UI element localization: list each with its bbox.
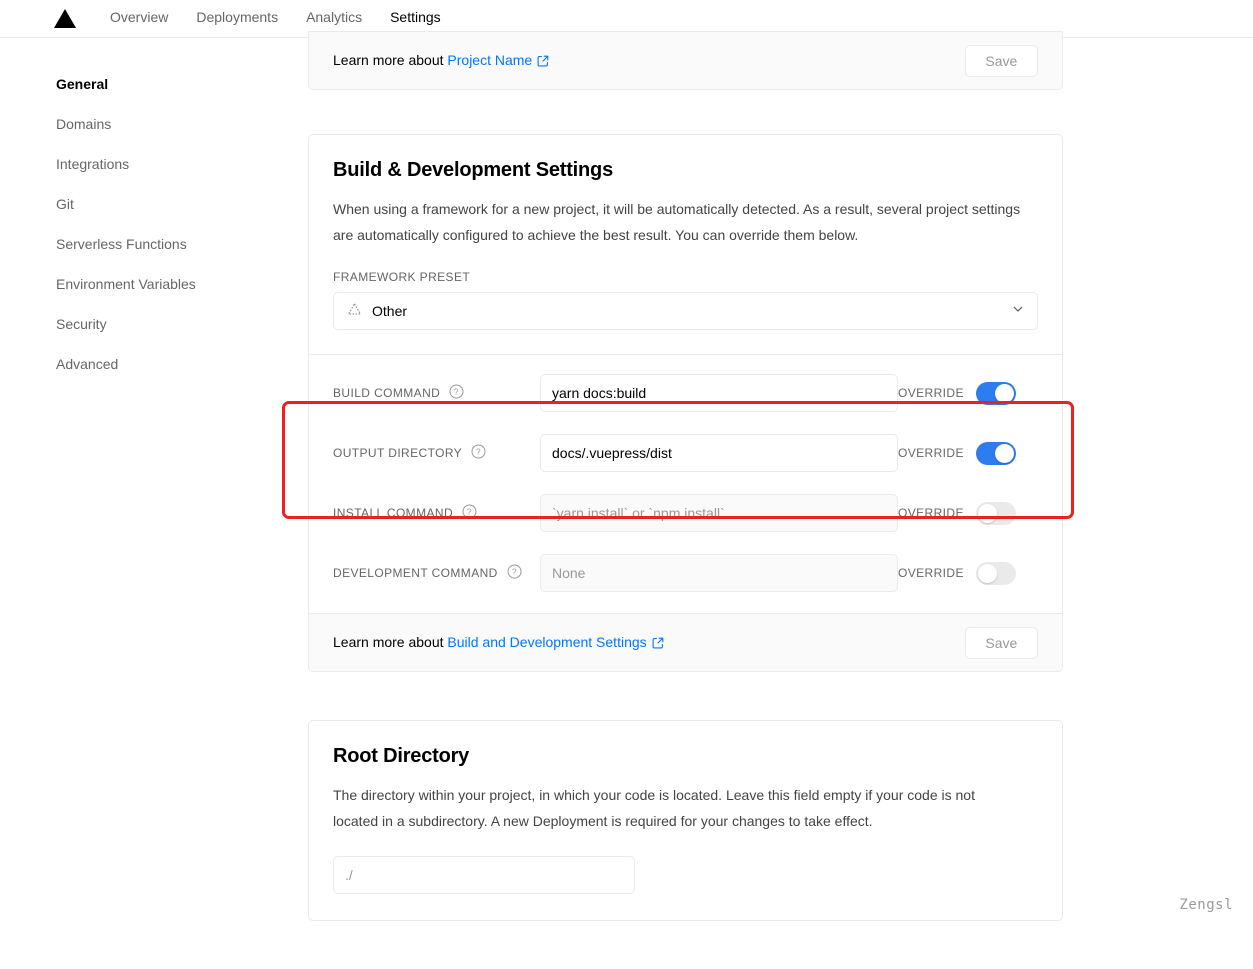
sidebar-item-advanced[interactable]: Advanced bbox=[56, 344, 255, 384]
build-command-label: Build Command bbox=[333, 386, 441, 400]
row-build-command: Build Command ? Override bbox=[333, 363, 1038, 423]
build-card-footer: Learn more about Build and Development S… bbox=[309, 613, 1062, 671]
root-card-title: Root Directory bbox=[333, 745, 470, 767]
output-directory-label: Output Directory bbox=[333, 446, 463, 460]
page-body: General Domains Integrations Git Serverl… bbox=[0, 31, 1253, 969]
row-install-command: Install Command ? Override bbox=[333, 483, 1038, 543]
install-command-override-group: Override bbox=[898, 501, 1038, 525]
nav-tab-overview[interactable]: Overview bbox=[96, 0, 182, 37]
root-directory-input[interactable] bbox=[333, 856, 635, 894]
vercel-triangle-logo-icon[interactable] bbox=[52, 0, 78, 37]
build-learn-more: Learn more about Build and Development S… bbox=[333, 634, 664, 652]
framework-preset-value: Other bbox=[372, 303, 408, 319]
build-card-title: Build & Development Settings bbox=[333, 159, 613, 181]
svg-text:?: ? bbox=[454, 387, 459, 397]
svg-text:?: ? bbox=[476, 447, 481, 457]
project-name-learn-more: Learn more about Project Name bbox=[333, 52, 549, 70]
row-output-directory: Output Directory ? Override bbox=[333, 423, 1038, 483]
svg-text:?: ? bbox=[467, 507, 472, 517]
install-command-input[interactable] bbox=[540, 494, 898, 532]
install-command-override-label: Override bbox=[898, 506, 964, 520]
install-command-label-group: Install Command ? bbox=[333, 504, 540, 522]
build-development-settings-card: Build & Development Settings When using … bbox=[308, 134, 1063, 672]
external-link-icon[interactable] bbox=[537, 54, 549, 70]
project-name-doc-link[interactable]: Project Name bbox=[447, 52, 532, 68]
watermark: Zengsl bbox=[1179, 897, 1233, 913]
install-command-label: Install Command bbox=[333, 506, 454, 520]
development-command-label-group: Development Command ? bbox=[333, 564, 540, 582]
output-directory-input[interactable] bbox=[540, 434, 898, 472]
build-command-label-group: Build Command ? bbox=[333, 384, 540, 402]
settings-sidebar: General Domains Integrations Git Serverl… bbox=[0, 54, 255, 969]
development-command-override-label: Override bbox=[898, 566, 964, 580]
output-directory-override-group: Override bbox=[898, 441, 1038, 465]
root-card-body: Root Directory The directory within your… bbox=[309, 721, 1062, 920]
development-command-label: Development Command bbox=[333, 566, 498, 580]
svg-text:?: ? bbox=[512, 567, 517, 577]
build-card-description: When using a framework for a new project… bbox=[333, 201, 1021, 243]
root-directory-card: Root Directory The directory within your… bbox=[308, 720, 1063, 921]
help-question-icon[interactable]: ? bbox=[449, 384, 464, 402]
project-name-card: Learn more about Project Name Save bbox=[308, 31, 1063, 90]
development-command-input[interactable] bbox=[540, 554, 898, 592]
development-command-override-group: Override bbox=[898, 561, 1038, 585]
help-question-icon[interactable]: ? bbox=[462, 504, 477, 522]
row-development-command: Development Command ? Override bbox=[333, 543, 1038, 603]
build-command-override-label: Override bbox=[898, 386, 964, 400]
learn-more-prefix: Learn more about bbox=[333, 633, 448, 650]
help-question-icon[interactable]: ? bbox=[471, 444, 486, 462]
framework-preset-select[interactable]: Other bbox=[333, 292, 1038, 330]
external-link-icon[interactable] bbox=[652, 636, 664, 652]
build-settings-doc-link[interactable]: Build and Development Settings bbox=[447, 634, 646, 650]
sidebar-item-environment-variables[interactable]: Environment Variables bbox=[56, 264, 255, 304]
sidebar-item-general[interactable]: General bbox=[56, 64, 255, 104]
build-card-body: Build & Development Settings When using … bbox=[309, 135, 1062, 603]
save-button-build-settings[interactable]: Save bbox=[964, 626, 1038, 659]
build-command-input[interactable] bbox=[540, 374, 898, 412]
output-directory-override-toggle[interactable] bbox=[975, 441, 1016, 465]
sidebar-item-integrations[interactable]: Integrations bbox=[56, 144, 255, 184]
output-directory-override-label: Override bbox=[898, 446, 964, 460]
sidebar-item-serverless-functions[interactable]: Serverless Functions bbox=[56, 224, 255, 264]
learn-more-prefix: Learn more about bbox=[333, 51, 448, 68]
save-button-project-name[interactable]: Save bbox=[964, 44, 1038, 77]
root-card-description: The directory within your project, in wh… bbox=[333, 787, 975, 829]
sidebar-item-git[interactable]: Git bbox=[56, 184, 255, 224]
output-directory-label-group: Output Directory ? bbox=[333, 444, 540, 462]
build-command-override-group: Override bbox=[898, 381, 1038, 405]
project-name-card-footer: Learn more about Project Name Save bbox=[309, 31, 1062, 89]
sidebar-item-domains[interactable]: Domains bbox=[56, 104, 255, 144]
chevron-down-icon[interactable] bbox=[1011, 302, 1025, 321]
settings-content: Learn more about Project Name Save Build… bbox=[255, 31, 1253, 969]
help-question-icon[interactable]: ? bbox=[507, 564, 522, 582]
development-command-override-toggle[interactable] bbox=[975, 561, 1016, 585]
build-settings-rows: Build Command ? Override Output Director… bbox=[333, 355, 1038, 603]
install-command-override-toggle[interactable] bbox=[975, 501, 1016, 525]
sidebar-item-security[interactable]: Security bbox=[56, 304, 255, 344]
build-command-override-toggle[interactable] bbox=[975, 381, 1016, 405]
framework-preset-label: Framework Preset bbox=[333, 270, 471, 284]
dotted-triangle-icon bbox=[347, 302, 362, 321]
nav-tab-deployments[interactable]: Deployments bbox=[182, 0, 292, 37]
